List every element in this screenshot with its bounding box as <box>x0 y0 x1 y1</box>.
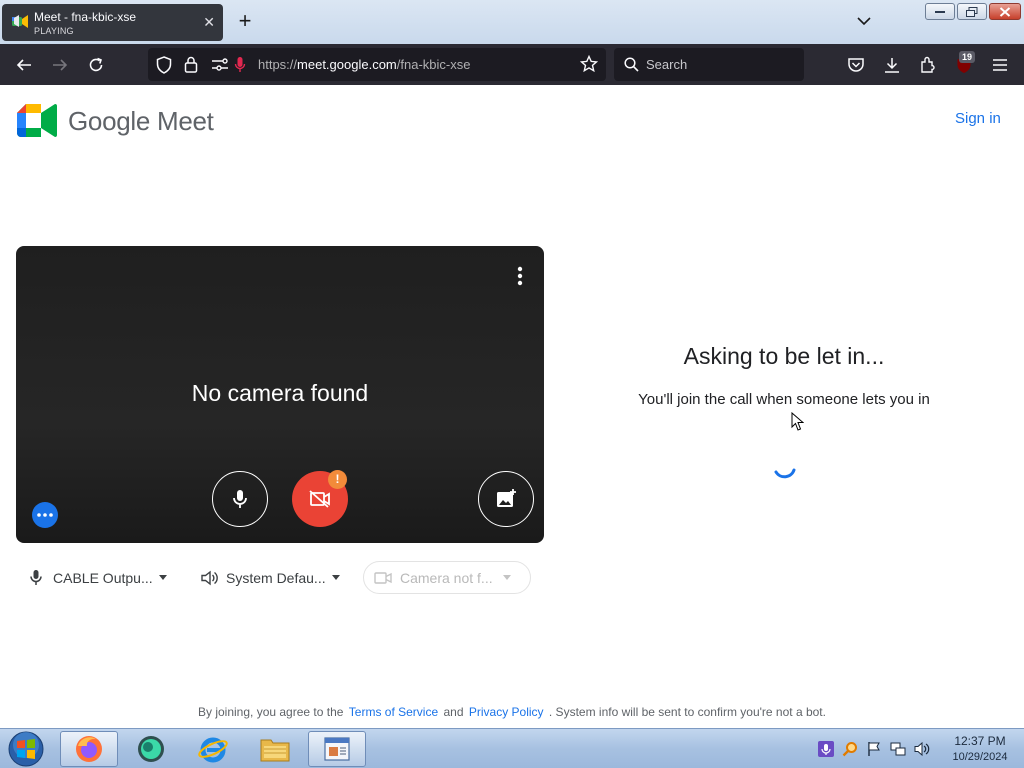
shield-icon[interactable] <box>156 56 172 74</box>
window-app-icon <box>324 737 350 761</box>
speaker-device-label: System Defau... <box>226 569 326 586</box>
browser-tab-strip: Meet - fna-kbic-xse PLAYING ✕ + <box>0 0 1024 44</box>
visual-effects-icon <box>497 489 516 507</box>
clock-time[interactable]: 12:37 PM <box>940 734 1020 748</box>
speaker-icon <box>201 570 218 585</box>
forward-icon[interactable] <box>49 54 71 76</box>
legal-footer: By joining, you agree to the Terms of Se… <box>0 705 1024 719</box>
waiting-title: Asking to be let in... <box>683 343 885 369</box>
visual-effects-button[interactable] <box>478 471 534 527</box>
menu-icon[interactable] <box>989 54 1011 76</box>
taskbar-internet-explorer[interactable] <box>184 731 242 767</box>
microphone-tray-icon[interactable] <box>818 741 834 757</box>
camera-device-label: Camera not f... <box>400 569 493 586</box>
camera-off-icon <box>309 490 330 508</box>
taskbar-firefox[interactable] <box>60 731 118 767</box>
more-options-icon[interactable] <box>512 266 528 286</box>
file-explorer-icon <box>260 739 290 762</box>
speaker-selector[interactable]: System Defau... <box>201 561 340 594</box>
microphone-device-label: CABLE Outpu... <box>53 569 153 586</box>
search-magnifier-tray-icon[interactable] <box>842 741 858 757</box>
start-button-icon[interactable] <box>6 730 46 768</box>
tab-title: Meet - fna-kbic-xse <box>34 10 137 24</box>
footer-prefix: By joining, you agree to the <box>198 705 344 719</box>
back-icon[interactable] <box>13 54 35 76</box>
browser-navigation-bar: https://meet.google.com/fna-kbic-xse Sea… <box>0 44 1024 85</box>
volume-icon[interactable] <box>914 741 930 757</box>
microphone-selector[interactable]: CABLE Outpu... <box>28 561 167 594</box>
url-text[interactable]: https://meet.google.com/fna-kbic-xse <box>258 57 470 72</box>
action-center-flag-icon[interactable] <box>866 741 882 757</box>
mouse-cursor-icon <box>791 412 804 431</box>
window-minimize-button[interactable] <box>925 3 955 20</box>
camera-selector[interactable]: Camera not f... <box>363 561 531 594</box>
more-horizontal-icon <box>37 513 53 517</box>
microphone-in-use-icon[interactable] <box>234 56 246 74</box>
search-placeholder: Search <box>646 57 688 72</box>
tab-audio-status: PLAYING <box>34 26 74 36</box>
windows-taskbar: 12:37 PM 10/29/2024 <box>0 728 1024 768</box>
footer-and: and <box>443 705 464 719</box>
downloads-icon[interactable] <box>881 54 903 76</box>
search-icon <box>624 57 639 72</box>
extension-badge: 19 <box>959 51 976 63</box>
more-actions-button[interactable] <box>32 502 58 528</box>
extensions-icon[interactable] <box>917 54 939 76</box>
waiting-message: You'll join the call when someone lets y… <box>638 391 930 408</box>
pocket-icon[interactable] <box>845 54 867 76</box>
microphone-icon <box>233 490 247 508</box>
new-tab-button[interactable]: + <box>234 10 256 32</box>
dropdown-caret-icon <box>158 575 167 580</box>
loading-spinner-icon <box>774 468 796 479</box>
permissions-icon[interactable] <box>211 58 229 71</box>
reload-icon[interactable] <box>85 54 107 76</box>
camera-warning-badge: ! <box>328 470 347 489</box>
teams-icon <box>138 736 164 762</box>
video-camera-icon <box>374 571 392 584</box>
chevron-down-icon[interactable] <box>854 11 874 31</box>
taskbar-teams[interactable] <box>122 731 180 767</box>
dropdown-caret-icon <box>331 575 340 580</box>
terms-of-service-link[interactable]: Terms of Service <box>349 705 438 719</box>
address-bar[interactable]: https://meet.google.com/fna-kbic-xse <box>148 48 606 81</box>
search-box[interactable]: Search <box>614 48 804 81</box>
taskbar-window-app[interactable] <box>308 731 366 767</box>
window-close-button[interactable] <box>989 3 1021 20</box>
window-restore-button[interactable] <box>957 3 987 20</box>
clock-date[interactable]: 10/29/2024 <box>940 751 1020 763</box>
close-tab-icon[interactable]: ✕ <box>203 13 215 31</box>
microphone-icon <box>30 569 42 585</box>
microphone-toggle-button[interactable] <box>212 471 268 527</box>
internet-explorer-icon <box>198 737 228 763</box>
google-meet-logo <box>17 104 57 137</box>
network-icon[interactable] <box>890 741 906 757</box>
browser-tab[interactable]: Meet - fna-kbic-xse PLAYING ✕ <box>2 4 223 41</box>
firefox-icon <box>76 736 102 762</box>
lock-icon[interactable] <box>184 56 198 73</box>
speaker-playing-icon[interactable] <box>11 13 29 29</box>
bookmark-star-icon[interactable] <box>580 55 598 73</box>
no-camera-message: No camera found <box>191 380 369 406</box>
privacy-policy-link[interactable]: Privacy Policy <box>469 705 544 719</box>
taskbar-file-explorer[interactable] <box>246 731 304 767</box>
google-meet-wordmark: Google Meet <box>68 106 214 136</box>
dropdown-caret-icon <box>502 575 511 580</box>
video-preview: No camera found ! <box>16 246 544 543</box>
footer-suffix: . System info will be sent to confirm yo… <box>548 705 826 719</box>
sign-in-link[interactable]: Sign in <box>955 110 1001 127</box>
system-tray: 12:37 PM 10/29/2024 <box>816 729 1024 768</box>
